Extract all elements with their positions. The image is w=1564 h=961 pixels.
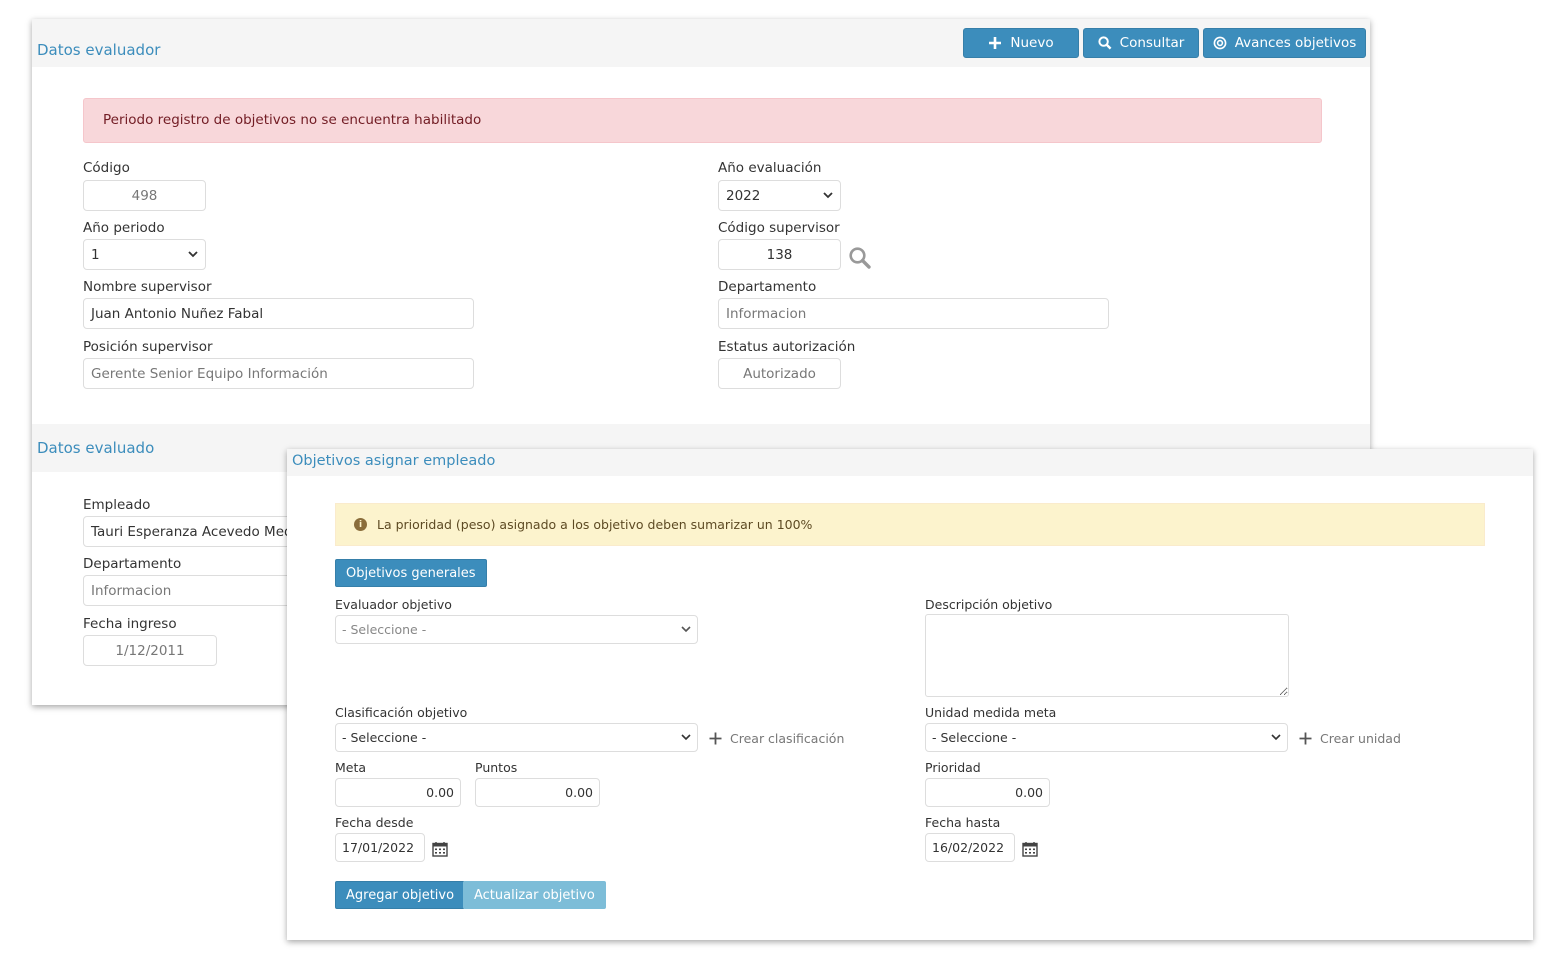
plus-icon [709,732,722,745]
posicion-supervisor-field[interactable]: Gerente Senior Equipo Información [83,358,474,389]
chevron-down-icon [1271,734,1281,741]
crear-unidad-label: Crear unidad [1320,731,1401,746]
nuevo-button[interactable]: Nuevo [963,28,1079,58]
anio-evaluacion-value: 2022 [726,187,761,204]
posicion-supervisor-label: Posición supervisor [83,339,213,355]
avances-objetivos-button[interactable]: Avances objetivos [1203,28,1366,58]
fecha-desde-input[interactable]: 17/01/2022 [335,833,425,862]
clasificacion-objetivo-label: Clasificación objetivo [335,705,468,720]
calendar-icon[interactable] [1022,841,1038,857]
codigo-supervisor-label: Código supervisor [718,220,840,236]
unidad-medida-value: - Seleccione - [932,730,1017,745]
prioridad-label: Prioridad [925,760,981,775]
objetivos-generales-button[interactable]: Objetivos generales [335,559,487,587]
prioridad-input[interactable]: 0.00 [925,778,1050,807]
anio-evaluacion-label: Año evaluación [718,160,822,176]
section-title-evaluador: Datos evaluador [37,41,161,59]
codigo-field[interactable]: 498 [83,180,206,211]
codigo-supervisor-field[interactable]: 138 [718,239,841,270]
objetivos-header: Objetivos asignar empleado [287,449,1533,476]
anio-periodo-value: 1 [91,246,100,263]
departamento-label: Departamento [718,279,817,295]
estatus-autorizacion-field[interactable]: Autorizado [718,358,841,389]
unidad-medida-select[interactable]: - Seleccione - [925,723,1288,752]
codigo-label: Código [83,160,130,176]
chevron-down-icon [681,734,691,741]
nuevo-label: Nuevo [1010,35,1054,51]
search-icon [1098,36,1112,50]
crear-clasificacion-label: Crear clasificación [730,731,845,746]
actualizar-objetivo-button[interactable]: Actualizar objetivo [463,881,606,909]
objetivos-panel: Objetivos asignar empleado i La priorida… [287,449,1533,940]
fecha-hasta-label: Fecha hasta [925,815,1001,830]
clasificacion-objetivo-value: - Seleccione - [342,730,427,745]
evaluador-objetivo-value: - Seleccione - [342,622,427,637]
anio-evaluacion-select[interactable]: 2022 [718,180,841,211]
agregar-objetivo-button[interactable]: Agregar objetivo [335,881,466,909]
search-supervisor-icon[interactable] [848,246,872,270]
anio-periodo-select[interactable]: 1 [83,239,206,270]
chevron-down-icon [188,251,198,258]
unidad-medida-label: Unidad medida meta [925,705,1057,720]
target-icon [1213,36,1227,50]
empleado-label: Empleado [83,497,151,513]
plus-icon [1299,732,1312,745]
descripcion-objetivo-textarea[interactable] [925,614,1289,697]
avances-label: Avances objetivos [1234,35,1357,51]
fecha-hasta-input[interactable]: 16/02/2022 [925,833,1015,862]
meta-input[interactable]: 0.00 [335,778,461,807]
departamento-evaluado-label: Departamento [83,556,182,572]
evaluador-objetivo-select[interactable]: - Seleccione - [335,615,698,644]
objetivos-title: Objetivos asignar empleado [292,453,496,469]
departamento-field[interactable]: Informacion [718,298,1109,329]
plus-icon [989,37,1002,49]
chevron-down-icon [823,192,833,199]
estatus-autorizacion-label: Estatus autorización [718,339,856,355]
info-icon: i [354,518,367,531]
crear-clasificacion-link[interactable]: Crear clasificación [709,731,844,746]
puntos-label: Puntos [475,760,518,775]
prioridad-warning: i La prioridad (peso) asignado a los obj… [335,503,1485,546]
section-title-evaluado: Datos evaluado [37,439,155,457]
consultar-label: Consultar [1119,35,1185,51]
periodo-alert: Periodo registro de objetivos no se encu… [83,98,1322,143]
toolbar: Nuevo Consultar Avances objetivos [963,28,1366,58]
nombre-supervisor-label: Nombre supervisor [83,279,212,295]
consultar-button[interactable]: Consultar [1083,28,1199,58]
anio-periodo-label: Año periodo [83,220,165,236]
puntos-input[interactable]: 0.00 [475,778,600,807]
fecha-desde-label: Fecha desde [335,815,414,830]
fecha-ingreso-label: Fecha ingreso [83,616,177,632]
chevron-down-icon [681,626,691,633]
warning-text: La prioridad (peso) asignado a los objet… [377,517,813,532]
meta-label: Meta [335,760,367,775]
evaluador-objetivo-label: Evaluador objetivo [335,597,452,612]
calendar-icon[interactable] [432,841,448,857]
descripcion-objetivo-label: Descripción objetivo [925,597,1053,612]
fecha-ingreso-field[interactable]: 1/12/2011 [83,635,217,666]
clasificacion-objetivo-select[interactable]: - Seleccione - [335,723,698,752]
nombre-supervisor-field[interactable]: Juan Antonio Nuñez Fabal [83,298,474,329]
evaluador-header: Datos evaluador Nuevo Consultar Avances … [32,19,1370,67]
crear-unidad-link[interactable]: Crear unidad [1299,731,1401,746]
